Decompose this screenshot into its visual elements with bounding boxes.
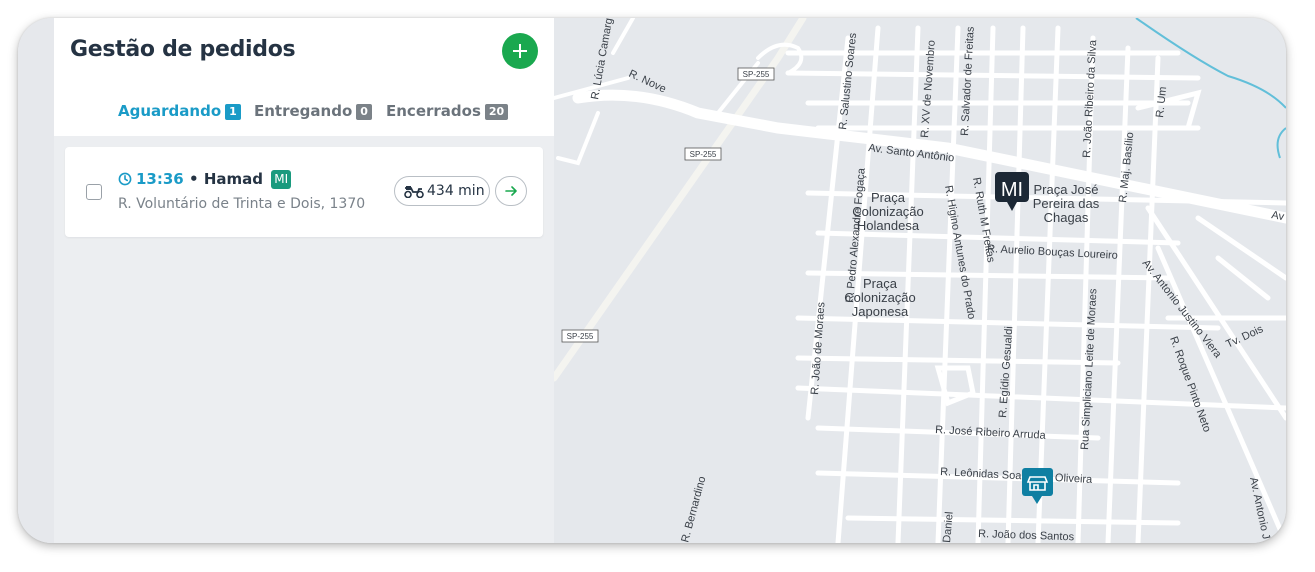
- order-separator: •: [188, 170, 199, 188]
- tab-count-badge: 20: [484, 104, 509, 120]
- tab-encerrados[interactable]: Encerrados 20: [386, 102, 509, 120]
- map-label-sp255-2: SP-255: [690, 150, 717, 159]
- map-label-praca-holandesa-2: Colonização: [852, 204, 924, 219]
- order-select-checkbox[interactable]: [86, 184, 102, 200]
- order-time: 13:36: [136, 170, 184, 188]
- order-summary: 13:36 • Hamad MI: [118, 170, 292, 190]
- map-label-sp255-3: SP-255: [567, 332, 594, 341]
- map-label-sp255-1: SP-255: [743, 70, 770, 79]
- tab-entregando[interactable]: Entregando 0: [254, 102, 372, 120]
- tab-count-badge: 1: [225, 104, 241, 120]
- order-tag-badge: MI: [271, 170, 292, 189]
- map-label-praca-holandesa-3: Holandesa: [857, 218, 920, 233]
- customer-marker-label: MI: [1001, 179, 1023, 201]
- order-card[interactable]: 13:36 • Hamad MI R. Voluntário de Trinta…: [65, 147, 543, 237]
- map-label-praca-japonesa-1: Praça: [863, 276, 898, 291]
- order-customer: Hamad: [203, 170, 263, 188]
- page-title: Gestão de pedidos: [70, 37, 296, 62]
- tab-count-badge: 0: [356, 104, 372, 120]
- tab-aguardando[interactable]: Aguardando 1: [118, 102, 241, 120]
- order-address: R. Voluntário de Trinta e Dois, 1370: [118, 196, 366, 212]
- map-label-praca-jose-3: Chagas: [1044, 210, 1089, 225]
- map-label-av-edge: Av: [1270, 209, 1285, 223]
- motorcycle-icon: [404, 185, 424, 202]
- map-label-praca-jose-1: Praça José: [1033, 182, 1098, 197]
- tab-label: Aguardando: [118, 102, 222, 120]
- map-label-praca-japonesa-2: Colonização: [844, 290, 916, 305]
- orders-panel: Gestão de pedidos Aguardando 1 Entregando…: [54, 18, 554, 543]
- left-strip: [18, 18, 54, 543]
- map-label-praca-holandesa-1: Praça: [871, 190, 906, 205]
- eta-button[interactable]: 434 min: [394, 176, 490, 206]
- panel-header: Gestão de pedidos Aguardando 1 Entregando…: [54, 18, 554, 136]
- clock-icon: [118, 172, 132, 190]
- open-order-button[interactable]: [495, 176, 527, 206]
- tab-label: Encerrados: [386, 102, 481, 120]
- app-window: SP-255 SP-255 SP-255 R. Nove R. Lúcia Ca…: [18, 18, 1286, 543]
- add-order-button[interactable]: [502, 33, 538, 69]
- tab-label: Entregando: [254, 102, 353, 120]
- map-label-praca-jose-2: Pereira das: [1033, 196, 1100, 211]
- eta-value: 434 min: [427, 183, 485, 199]
- map-label-praca-japonesa-3: Japonesa: [852, 304, 909, 319]
